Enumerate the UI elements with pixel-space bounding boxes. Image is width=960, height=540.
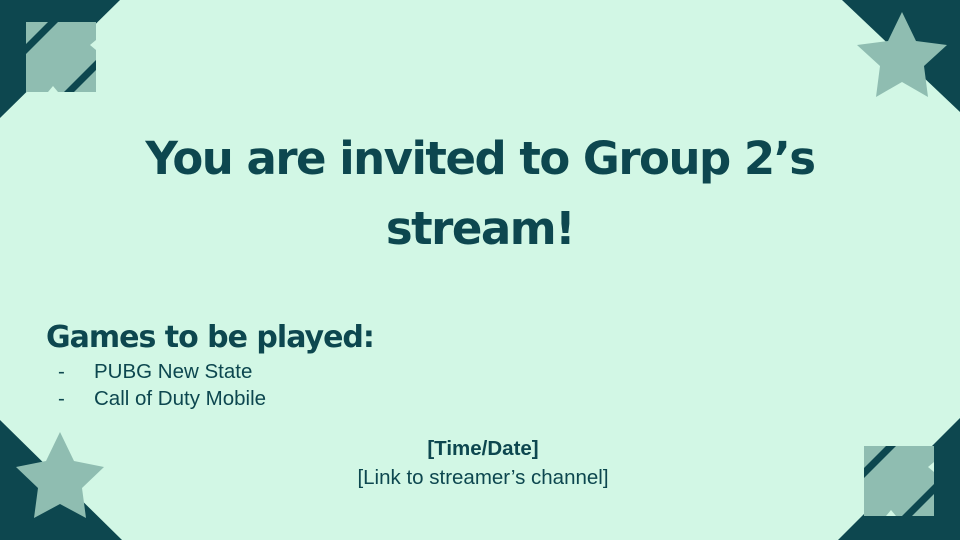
eight-point-star-icon (842, 0, 960, 112)
time-date-placeholder: [Time/Date] (427, 437, 539, 460)
streamer-channel-link: [Link to streamer’s channel] (357, 466, 609, 489)
title-line-2: stream! (385, 202, 576, 255)
star-cross-icon (838, 418, 960, 540)
eight-point-star-icon (0, 420, 122, 540)
games-heading: Games to be played: (46, 320, 375, 355)
list-bullet: - (58, 387, 65, 410)
slide-title: You are invited to Group 2’s stream! (80, 124, 880, 264)
list-item: - Call of Duty Mobile (58, 385, 266, 412)
list-bullet: - (58, 360, 65, 383)
title-line-1: You are invited to Group 2’s (145, 132, 816, 185)
game-name: PUBG New State (94, 360, 253, 383)
slide-canvas: You are invited to Group 2’s stream! Gam… (0, 0, 960, 540)
list-item: - PUBG New State (58, 358, 266, 385)
games-list: - PUBG New State - Call of Duty Mobile (58, 358, 266, 412)
star-cross-icon (0, 0, 120, 118)
game-name: Call of Duty Mobile (94, 387, 267, 410)
